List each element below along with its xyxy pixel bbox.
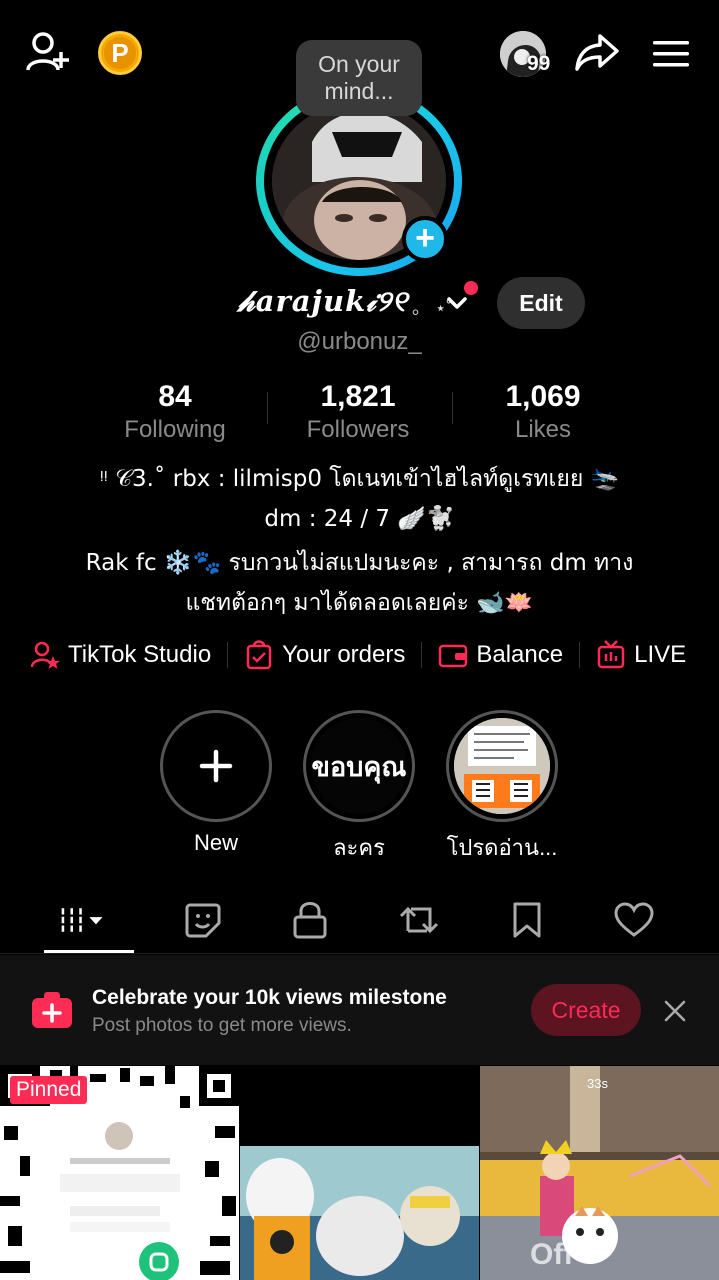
bio-line-2: dm : 24 / 7 🪽🐩 — [264, 506, 455, 532]
tiktok-studio-link[interactable]: TikTok Studio — [30, 640, 211, 670]
orders-icon — [246, 640, 272, 670]
add-story-button[interactable]: + — [402, 216, 448, 262]
studio-icon — [30, 641, 60, 669]
account-switch-button[interactable] — [444, 290, 470, 316]
highlight-new-label: New — [193, 830, 238, 855]
share-icon — [575, 34, 619, 71]
tab-reposts[interactable] — [397, 898, 441, 942]
highlight-cover-image — [454, 718, 550, 814]
tab-liked[interactable] — [612, 898, 656, 942]
video-overlay-text: Off — [530, 1238, 574, 1271]
highlight-drama[interactable]: ขอบคุณ — [303, 710, 415, 822]
share-button[interactable] — [574, 30, 620, 74]
bio-line-4: แชทต้อกๆ มาได้ตลอดเลยค่ะ 🐋🪷 — [185, 590, 534, 616]
followers-label: Followers — [306, 416, 410, 443]
banner-title: Celebrate your 10k views milestone — [92, 986, 447, 1009]
friends-count-badge: 99 — [527, 52, 551, 75]
liked-heart-icon — [614, 902, 654, 937]
tab-favorites[interactable] — [505, 898, 549, 942]
favorites-bookmark-icon — [513, 902, 541, 938]
username: @urbonuz_ — [297, 328, 422, 355]
add-user-icon — [26, 32, 69, 71]
tab-videos[interactable] — [60, 898, 104, 942]
tab-stickers[interactable] — [181, 898, 225, 942]
balance-link[interactable]: Balance — [438, 640, 563, 670]
coin-icon[interactable]: P — [98, 31, 142, 75]
notification-dot — [464, 281, 478, 295]
video-thumbnail-2[interactable] — [240, 1066, 479, 1280]
display-name: 𝒽arajuk𝒾୨୧ — [238, 284, 409, 318]
wallet-icon — [439, 644, 468, 668]
balance-label: Balance — [476, 641, 564, 668]
on-your-mind-bubble[interactable]: On your mind... — [296, 40, 422, 116]
videos-grid-icon — [60, 908, 103, 932]
repost-icon — [399, 906, 439, 934]
bio-line-3: Rak fc ❄️🐾 รบกวนไม่สแปมนะคะ , สามารถ dm … — [85, 550, 634, 576]
quick-links-bar: TikTok Studio Your orders Balance LIVE — [30, 640, 686, 670]
your-orders-label: Your orders — [282, 641, 406, 668]
add-friend-button[interactable] — [24, 30, 72, 74]
live-icon — [597, 640, 625, 669]
highlight-please-read-label: โปรดอ่าน... — [446, 835, 558, 860]
video-timer: 33s — [587, 1076, 608, 1091]
reposts-sticker-icon — [185, 903, 221, 938]
close-icon — [664, 1000, 686, 1022]
banner-close-button[interactable] — [662, 998, 688, 1024]
menu-button[interactable] — [650, 36, 692, 72]
likes-label: Likes — [514, 416, 572, 443]
plus-icon — [199, 749, 233, 783]
video-thumbnail-3[interactable] — [480, 1066, 719, 1280]
tiktok-studio-label: TikTok Studio — [68, 641, 212, 668]
edit-profile-button[interactable]: Edit — [497, 277, 585, 329]
tab-private[interactable] — [288, 898, 332, 942]
create-button[interactable]: Create — [531, 984, 641, 1036]
photo-post-icon — [30, 990, 74, 1030]
chevron-down-icon — [447, 297, 467, 309]
menu-icon — [653, 41, 689, 67]
banner-subtitle: Post photos to get more views. — [92, 1015, 352, 1036]
pinned-badge: Pinned — [10, 1076, 88, 1104]
highlight-new[interactable] — [160, 710, 272, 822]
highlight-please-read[interactable] — [446, 710, 558, 822]
highlight-drama-label: ละคร — [333, 835, 385, 860]
following-label: Following — [124, 416, 226, 443]
following-count[interactable]: 84 — [85, 380, 265, 414]
followers-count[interactable]: 1,821 — [268, 380, 448, 414]
bio-line-1: ᵎᵎ 𝒞3.˚ rbx : lilmisp0 โดเนทเข้าไฮไลท์ดู… — [99, 466, 620, 492]
live-label: LIVE — [634, 641, 687, 668]
highlight-cover-text: ขอบคุณ — [311, 751, 407, 783]
live-link[interactable]: LIVE — [596, 640, 686, 670]
your-orders-link[interactable]: Your orders — [244, 640, 405, 670]
private-lock-icon — [293, 902, 327, 939]
likes-count[interactable]: 1,069 — [453, 380, 633, 414]
